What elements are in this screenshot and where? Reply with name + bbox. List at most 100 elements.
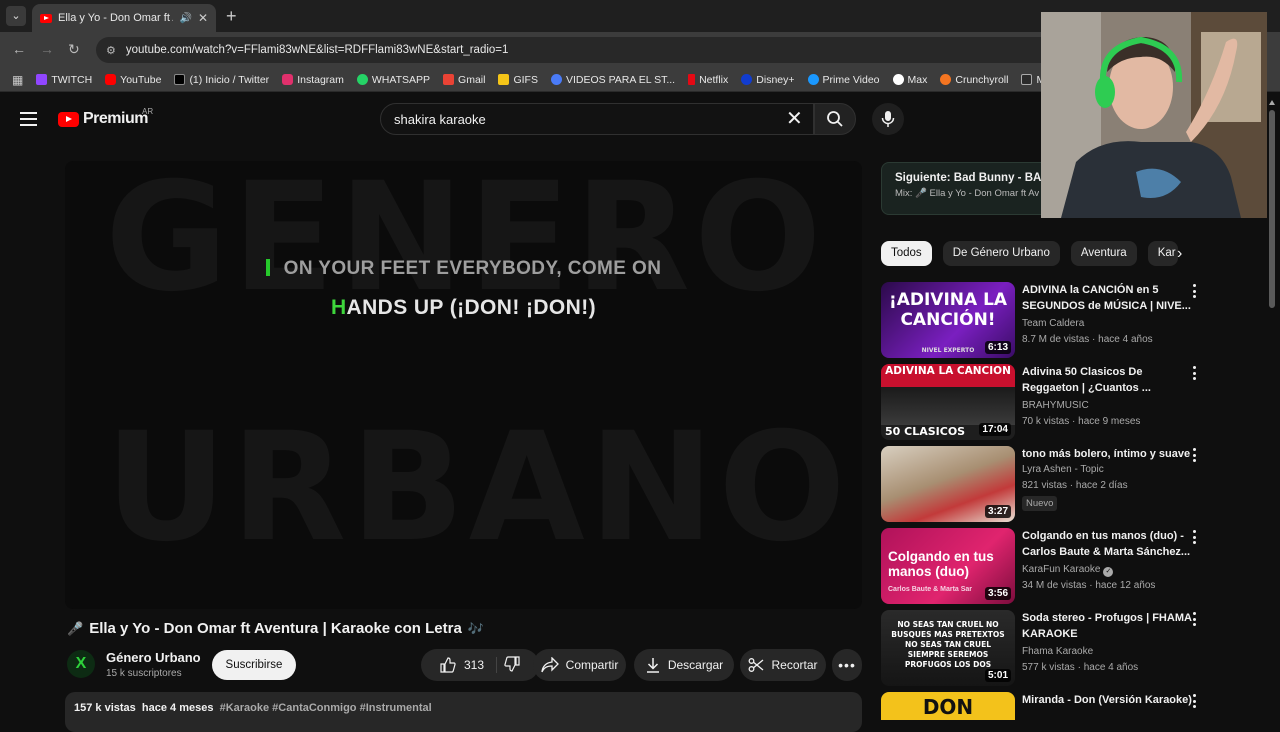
- recommendation-item[interactable]: 3:27 tono más bolero, íntimo y suave Lyr…: [881, 446, 1211, 522]
- max-icon: [892, 74, 904, 85]
- channel-avatar[interactable]: X: [67, 650, 95, 678]
- recommendation-item[interactable]: ADIVINA LA CANCION 50 CLASICOS 17:04 Adi…: [881, 364, 1211, 440]
- bookmark-disney[interactable]: Disney+: [741, 74, 795, 86]
- filter-chips: Todos De Género Urbano Aventura Kar: [881, 241, 1178, 267]
- hashtags[interactable]: #Karaoke #CantaConmigo #Instrumental: [220, 702, 432, 714]
- video-thumbnail[interactable]: 3:27: [881, 446, 1015, 522]
- chip-karaoke[interactable]: Kar: [1147, 241, 1178, 266]
- recommendation-title[interactable]: Colgando en tus manos (duo) - Carlos Bau…: [1022, 528, 1200, 560]
- chip-urbano[interactable]: De Género Urbano: [942, 241, 1060, 266]
- recommendation-channel[interactable]: BRAHYMUSIC: [1022, 400, 1089, 411]
- back-icon[interactable]: ←: [12, 41, 26, 57]
- recommendation-title[interactable]: ADIVINA la CANCIÓN en 5 SEGUNDOS de MÚSI…: [1022, 282, 1200, 314]
- bookmark-max[interactable]: Max: [892, 74, 927, 86]
- youtube-icon: [105, 74, 117, 85]
- recommendation-title[interactable]: tono más bolero, íntimo y suave: [1022, 446, 1200, 462]
- tab-close-icon[interactable]: ✕: [198, 11, 208, 25]
- recommendation-item[interactable]: ¡ADIVINA LA CANCIÓN! NIVEL EXPERTO 6:13 …: [881, 282, 1211, 358]
- bookmark-gifs[interactable]: GIFS: [498, 74, 538, 86]
- more-vertical-icon[interactable]: [1193, 530, 1199, 547]
- recommendation-channel[interactable]: Fhama Karaoke: [1022, 646, 1093, 657]
- more-vertical-icon[interactable]: [1193, 448, 1199, 465]
- chevron-right-icon[interactable]: ›: [1177, 246, 1182, 262]
- more-actions-button[interactable]: •••: [832, 649, 862, 681]
- description-box[interactable]: 157 k vistas hace 4 meses #Karaoke #Cant…: [65, 692, 862, 732]
- more-vertical-icon[interactable]: [1193, 366, 1199, 383]
- like-count: 313: [463, 658, 485, 672]
- video-title: 🎤 Ella y Yo - Don Omar ft Aventura | Kar…: [67, 620, 485, 637]
- bookmark-twitter[interactable]: (1) Inicio / Twitter: [174, 74, 269, 86]
- menu-icon[interactable]: [20, 112, 37, 130]
- video-thumbnail[interactable]: ¡ADIVINA LA CANCIÓN! NIVEL EXPERTO 6:13: [881, 282, 1015, 358]
- chip-all[interactable]: Todos: [881, 241, 932, 266]
- video-thumbnail[interactable]: DON: [881, 692, 1015, 720]
- recommendation-channel[interactable]: Lyra Ashen - Topic: [1022, 464, 1104, 475]
- recommendation-item[interactable]: NO SEAS TAN CRUEL NO BUSQUES MAS PRETEXT…: [881, 610, 1211, 686]
- scissors-icon: [749, 658, 764, 672]
- recommendation-channel[interactable]: KaraFun Karaoke ✓: [1022, 564, 1114, 577]
- apps-icon[interactable]: ▦: [12, 73, 23, 87]
- bookmark-gmail[interactable]: Gmail: [443, 74, 485, 86]
- bookmark-netflix[interactable]: Netflix: [688, 74, 728, 86]
- browser-tab-active[interactable]: Ella y Yo - Don Omar ft A 🔊 ✕: [32, 4, 216, 32]
- recommendation-title[interactable]: Adivina 50 Clasicos De Reggaeton | ¿Cuan…: [1022, 364, 1200, 396]
- more-vertical-icon[interactable]: [1193, 612, 1199, 629]
- bookmark-twitch[interactable]: TWITCH: [36, 74, 92, 86]
- tab-search-button[interactable]: ⌄: [6, 6, 26, 26]
- ma-icon: [1021, 74, 1033, 85]
- upload-age: hace 4 meses: [141, 702, 214, 714]
- share-button[interactable]: Compartir: [533, 649, 626, 681]
- folder-icon: [550, 74, 562, 85]
- speaker-icon[interactable]: 🔊: [179, 13, 191, 24]
- clear-search-icon[interactable]: ✕: [786, 107, 803, 131]
- microphone-emoji-icon: 🎤: [67, 620, 84, 636]
- search-input[interactable]: shakira karaoke: [380, 103, 814, 135]
- clip-button[interactable]: Recortar: [740, 649, 826, 681]
- whatsapp-icon: [356, 74, 368, 85]
- view-count: 157 k vistas: [74, 702, 136, 714]
- video-player[interactable]: GENERO URBANO ON YOUR FEET EVERYBODY, CO…: [65, 161, 862, 609]
- reload-icon[interactable]: ↻: [68, 41, 80, 58]
- video-thumbnail[interactable]: ADIVINA LA CANCION 50 CLASICOS 17:04: [881, 364, 1015, 440]
- prime-icon: [807, 74, 819, 85]
- lyric-highlight: H: [330, 296, 347, 319]
- bookmark-crunchyroll[interactable]: Crunchyroll: [940, 74, 1008, 86]
- like-dislike-group: 313: [421, 649, 539, 681]
- recommendation-channel[interactable]: Team Caldera: [1022, 318, 1084, 329]
- youtube-premium-logo[interactable]: Premium: [58, 110, 148, 128]
- video-thumbnail[interactable]: Colgando en tus manos (duo) Carlos Baute…: [881, 528, 1015, 604]
- channel-actions-row: X Género Urbano 15 k suscriptores Suscri…: [67, 648, 862, 682]
- search-button[interactable]: [814, 103, 856, 135]
- region-code: AR: [142, 107, 154, 116]
- webcam-person-image: [1041, 12, 1267, 218]
- player-watermark-2: URBANO: [105, 401, 850, 575]
- bookmark-videos[interactable]: VIDEOS PARA EL ST...: [550, 74, 675, 86]
- forward-icon[interactable]: →: [40, 41, 54, 57]
- new-tab-button[interactable]: +: [226, 6, 237, 26]
- video-thumbnail[interactable]: NO SEAS TAN CRUEL NO BUSQUES MAS PRETEXT…: [881, 610, 1015, 686]
- address-bar[interactable]: ⚙ youtube.com/watch?v=FFlami83wNE&list=R…: [96, 37, 1056, 63]
- download-button[interactable]: Descargar: [634, 649, 734, 681]
- voice-search-button[interactable]: [872, 103, 904, 135]
- site-info-icon[interactable]: ⚙: [106, 44, 116, 57]
- bookmark-youtube[interactable]: YouTube: [105, 74, 161, 86]
- channel-name[interactable]: Género Urbano: [106, 650, 201, 665]
- page-scrollbar[interactable]: [1268, 100, 1276, 310]
- dislike-button[interactable]: [504, 655, 520, 675]
- bookmark-whatsapp[interactable]: WHATSAPP: [356, 74, 430, 86]
- recommendation-item[interactable]: DON Miranda - Don (Versión Karaoke): [881, 692, 1211, 720]
- bookmark-instagram[interactable]: Instagram: [282, 74, 344, 86]
- bookmark-prime[interactable]: Prime Video: [807, 74, 880, 86]
- scrollbar-thumb[interactable]: [1269, 110, 1275, 308]
- more-vertical-icon[interactable]: [1193, 694, 1199, 711]
- subscribe-button[interactable]: Suscribirse: [212, 650, 296, 680]
- duration-badge: 17:04: [979, 423, 1011, 436]
- scroll-up-icon[interactable]: [1269, 100, 1275, 105]
- like-button[interactable]: 313: [440, 657, 498, 673]
- recommendation-title[interactable]: Miranda - Don (Versión Karaoke): [1022, 692, 1200, 708]
- thumbnail-subtext: 50 CLASICOS: [885, 425, 966, 438]
- recommendation-item[interactable]: Colgando en tus manos (duo) Carlos Baute…: [881, 528, 1211, 604]
- more-vertical-icon[interactable]: [1193, 284, 1199, 301]
- recommendation-title[interactable]: Soda stereo - Profugos | FHAMA KARAOKE: [1022, 610, 1200, 642]
- chip-aventura[interactable]: Aventura: [1070, 241, 1137, 266]
